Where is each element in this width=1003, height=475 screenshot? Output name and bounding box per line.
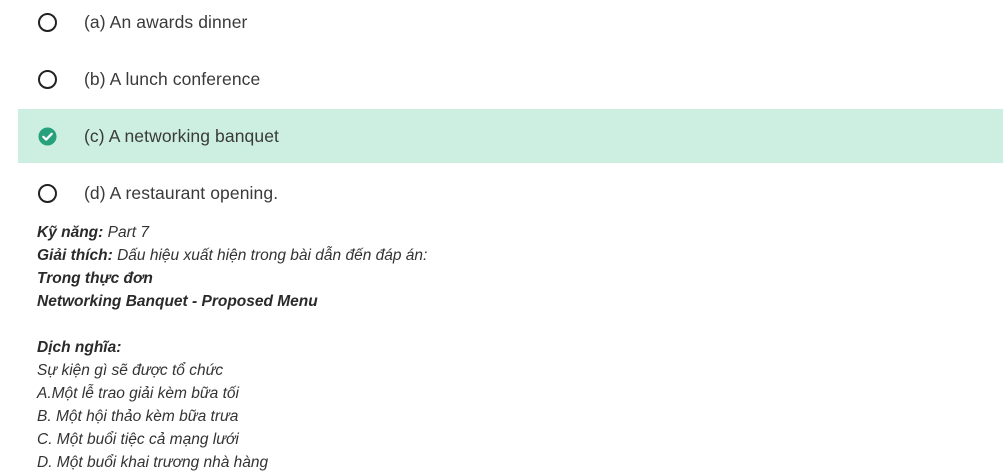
skill-label: Kỹ năng: <box>37 224 104 241</box>
skill-line: Kỹ năng: Part 7 <box>37 221 937 244</box>
answer-option-c-correct[interactable]: (c) A networking banquet <box>18 109 1003 163</box>
answer-option-b[interactable]: (b) A lunch conference <box>18 52 1003 106</box>
translation-line: A.Một lễ trao giải kèm bữa tối <box>37 385 239 402</box>
evidence-line: Trong thực đơn <box>37 267 937 290</box>
translation-line: D. Một buổi khai trương nhà hàng <box>37 454 269 471</box>
translation-label: Dịch nghĩa: <box>37 339 122 356</box>
answer-option-label: (a) An awards dinner <box>84 11 248 32</box>
explain-line: Giải thích: Dấu hiệu xuất hiện trong bài… <box>37 244 937 267</box>
translation-heading: Dịch nghĩa: <box>37 336 937 359</box>
translation-line: Sự kiện gì sẽ được tổ chức <box>37 362 224 379</box>
skill-value: Part 7 <box>103 224 149 241</box>
answer-option-a[interactable]: (a) An awards dinner <box>18 0 1003 49</box>
answer-option-d[interactable]: (d) A restaurant opening. <box>18 166 1003 220</box>
radio-empty-icon[interactable] <box>38 12 57 32</box>
explain-value: Dấu hiệu xuất hiện trong bài dẫn đến đáp… <box>112 247 428 264</box>
translation-line: C. Một buổi tiệc cả mạng lưới <box>37 431 239 448</box>
answer-option-label: (c) A networking banquet <box>84 125 280 146</box>
evidence-text: Networking Banquet - Proposed Menu <box>37 293 318 310</box>
answer-option-label: (d) A restaurant opening. <box>84 182 279 203</box>
radio-empty-icon[interactable] <box>38 69 57 89</box>
evidence-text: Trong thực đơn <box>37 270 153 287</box>
answer-option-label: (b) A lunch conference <box>84 68 261 89</box>
explanation-panel: Kỹ năng: Part 7 Giải thích: Dấu hiệu xuấ… <box>37 221 937 474</box>
check-circle-icon[interactable] <box>38 126 57 146</box>
evidence-line: Networking Banquet - Proposed Menu <box>37 290 937 313</box>
radio-empty-icon[interactable] <box>38 183 57 203</box>
translation-line: B. Một hội thảo kèm bữa trưa <box>37 408 239 425</box>
explain-label: Giải thích: <box>37 247 113 264</box>
